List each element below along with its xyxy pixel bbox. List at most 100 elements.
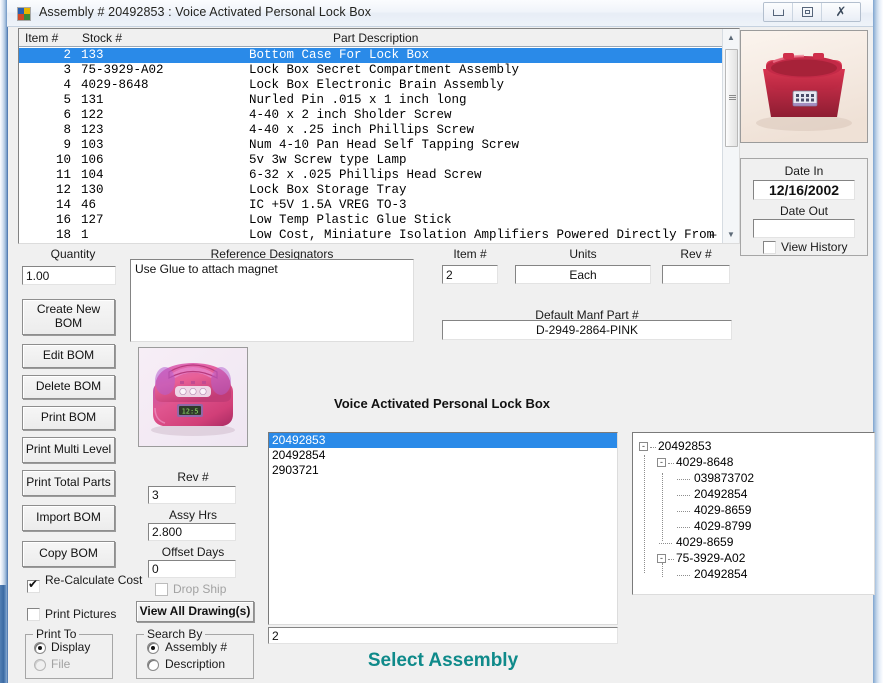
search-by-description-radio[interactable]: [147, 659, 159, 671]
date-panel: Date In 12/16/2002 Date Out View History: [740, 158, 868, 256]
tree-connector: [659, 543, 672, 544]
tree-node-label[interactable]: 20492854: [694, 487, 747, 501]
table-row[interactable]: 3 75-3929-A02 Lock Box Secret Compartment …: [19, 63, 722, 78]
parts-list-rows[interactable]: 2 133 Bottom Case For Lock Box 3 75-3929-A02…: [19, 48, 722, 243]
part-photo-top[interactable]: [740, 30, 868, 143]
scroll-up-icon[interactable]: ▲: [723, 29, 739, 46]
create-new-bom-button[interactable]: Create New BOM: [22, 299, 115, 335]
table-row[interactable]: 10 106 5v 3w Screw type Lamp: [19, 153, 722, 168]
print-total-parts-button[interactable]: Print Total Parts: [22, 470, 115, 496]
bom-tree-view[interactable]: - 20492853 - 4029-8648 039873702 20492854 4029…: [632, 432, 875, 595]
assembly-search-input[interactable]: 2: [268, 627, 618, 644]
rev-number-field[interactable]: [662, 265, 730, 284]
assy-hrs-input[interactable]: 2.800: [148, 523, 236, 541]
cell-stock: 106: [81, 153, 104, 167]
scroll-down-icon[interactable]: ▼: [723, 226, 739, 243]
assembly-photo[interactable]: 12:5: [138, 347, 248, 447]
assy-hrs-label: Assy Hrs: [169, 508, 217, 522]
offset-days-label: Offset Days: [161, 545, 225, 559]
tree-node-label[interactable]: 4029-8799: [694, 519, 751, 533]
print-to-display-radio[interactable]: [34, 642, 46, 654]
tree-connector: [677, 479, 690, 480]
drop-ship-checkbox[interactable]: [155, 583, 168, 596]
default-manf-part-field[interactable]: D-2949-2864-PINK: [442, 320, 732, 340]
table-row[interactable]: 18 1 Low Cost, Miniature Isolation Amplifi…: [19, 228, 722, 243]
minimize-button[interactable]: [764, 3, 793, 21]
edit-bom-button[interactable]: Edit BOM: [22, 344, 115, 368]
close-button[interactable]: ✗: [822, 3, 860, 21]
cell-description: 5v 3w Screw type Lamp: [249, 153, 407, 167]
units-field[interactable]: Each: [515, 265, 651, 284]
table-row[interactable]: 16 127 Low Temp Plastic Glue Stick: [19, 213, 722, 228]
table-row[interactable]: 6 122 4-40 x 2 inch Sholder Screw: [19, 108, 722, 123]
tree-connector: [662, 563, 663, 577]
table-row[interactable]: 11 104 6-32 x .025 Phillips Head Screw: [19, 168, 722, 183]
cell-stock: 130: [81, 183, 104, 197]
cell-description: 4-40 x .25 inch Phillips Screw: [249, 123, 475, 137]
table-row[interactable]: 4 4029-8648 Lock Box Electronic Brain Asse…: [19, 78, 722, 93]
search-by-assembly-radio[interactable]: [147, 642, 159, 654]
title-bar: Assembly # 20492853 : Voice Activated Pe…: [7, 0, 873, 27]
offset-days-input[interactable]: 0: [148, 560, 236, 578]
tree-connector: [677, 495, 690, 496]
view-history-checkbox[interactable]: [763, 241, 776, 254]
column-header-description: Part Description: [333, 31, 419, 45]
table-row[interactable]: 2 133 Bottom Case For Lock Box: [19, 48, 722, 63]
view-history-label: View History: [781, 240, 848, 254]
scrollbar-grip-icon: [729, 95, 736, 100]
maximize-icon: [801, 7, 813, 17]
tree-node-label[interactable]: 20492853: [658, 439, 711, 453]
cell-item: 10: [55, 153, 71, 167]
tree-connector: [677, 511, 690, 512]
parts-list-header: Item # Stock # Part Description: [19, 29, 739, 47]
list-item[interactable]: 20492853: [269, 433, 617, 448]
tree-expander-icon[interactable]: -: [657, 458, 666, 467]
print-to-file-radio[interactable]: [34, 659, 46, 671]
units-label: Units: [569, 247, 597, 261]
tree-node-label[interactable]: 20492854: [694, 567, 747, 581]
assembly-listbox[interactable]: 20492853 20492854 2903721: [268, 432, 618, 625]
cell-description: Bottom Case For Lock Box: [249, 48, 430, 62]
cell-item: 14: [55, 198, 71, 212]
date-out-field[interactable]: [753, 219, 855, 238]
reference-designators-textarea[interactable]: Use Glue to attach magnet: [130, 259, 414, 342]
cell-item: 8: [63, 123, 71, 137]
tree-node-label[interactable]: 75-3929-A02: [676, 551, 745, 565]
table-row[interactable]: 5 131 Nurled Pin .015 x 1 inch long: [19, 93, 722, 108]
cell-description: Nurled Pin .015 x 1 inch long: [249, 93, 467, 107]
column-header-stock: Stock #: [82, 31, 123, 45]
tree-node-label[interactable]: 4029-8648: [676, 455, 733, 469]
item-number-input[interactable]: 2: [442, 265, 498, 284]
cell-description: 4-40 x 2 inch Sholder Screw: [249, 108, 452, 122]
recalculate-cost-checkbox[interactable]: [27, 578, 40, 593]
print-bom-button[interactable]: Print BOM: [22, 406, 115, 430]
table-row[interactable]: 14 46 IC +5V 1.5A VREG TO-3: [19, 198, 722, 213]
copy-bom-button[interactable]: Copy BOM: [22, 541, 115, 567]
list-item[interactable]: 20492854: [269, 448, 617, 463]
delete-bom-button[interactable]: Delete BOM: [22, 375, 115, 399]
table-row[interactable]: 8 123 4-40 x .25 inch Phillips Screw: [19, 123, 722, 138]
recalculate-cost-label: Re-Calculate Cost: [45, 573, 143, 587]
table-row[interactable]: 9 103 Num 4-10 Pan Head Self Tapping Screw: [19, 138, 722, 153]
maximize-button[interactable]: [793, 3, 822, 21]
cell-stock: 103: [81, 138, 104, 152]
cell-stock: 122: [81, 108, 104, 122]
quantity-input[interactable]: 1.00: [22, 266, 116, 285]
import-bom-button[interactable]: Import BOM: [22, 505, 115, 531]
close-icon: ✗: [835, 4, 847, 19]
print-pictures-checkbox[interactable]: [27, 608, 40, 621]
tree-expander-icon[interactable]: -: [639, 442, 648, 451]
view-all-drawings-button[interactable]: View All Drawing(s): [136, 601, 254, 622]
tree-node-label[interactable]: 4029-8659: [676, 535, 733, 549]
print-multi-level-button[interactable]: Print Multi Level: [22, 437, 115, 463]
cell-stock: 131: [81, 93, 104, 107]
date-in-field[interactable]: 12/16/2002: [753, 180, 855, 200]
assembly-rev-input[interactable]: 3: [148, 486, 236, 504]
table-row[interactable]: 12 130 Lock Box Storage Tray: [19, 183, 722, 198]
parts-list-scrollbar[interactable]: ▲ ▼ +: [710, 29, 739, 243]
tree-expander-icon[interactable]: -: [657, 554, 666, 563]
tree-node-label[interactable]: 039873702: [694, 471, 754, 485]
tree-node-label[interactable]: 4029-8659: [694, 503, 751, 517]
list-item[interactable]: 2903721: [269, 463, 617, 478]
scrollbar-thumb[interactable]: [725, 49, 738, 147]
